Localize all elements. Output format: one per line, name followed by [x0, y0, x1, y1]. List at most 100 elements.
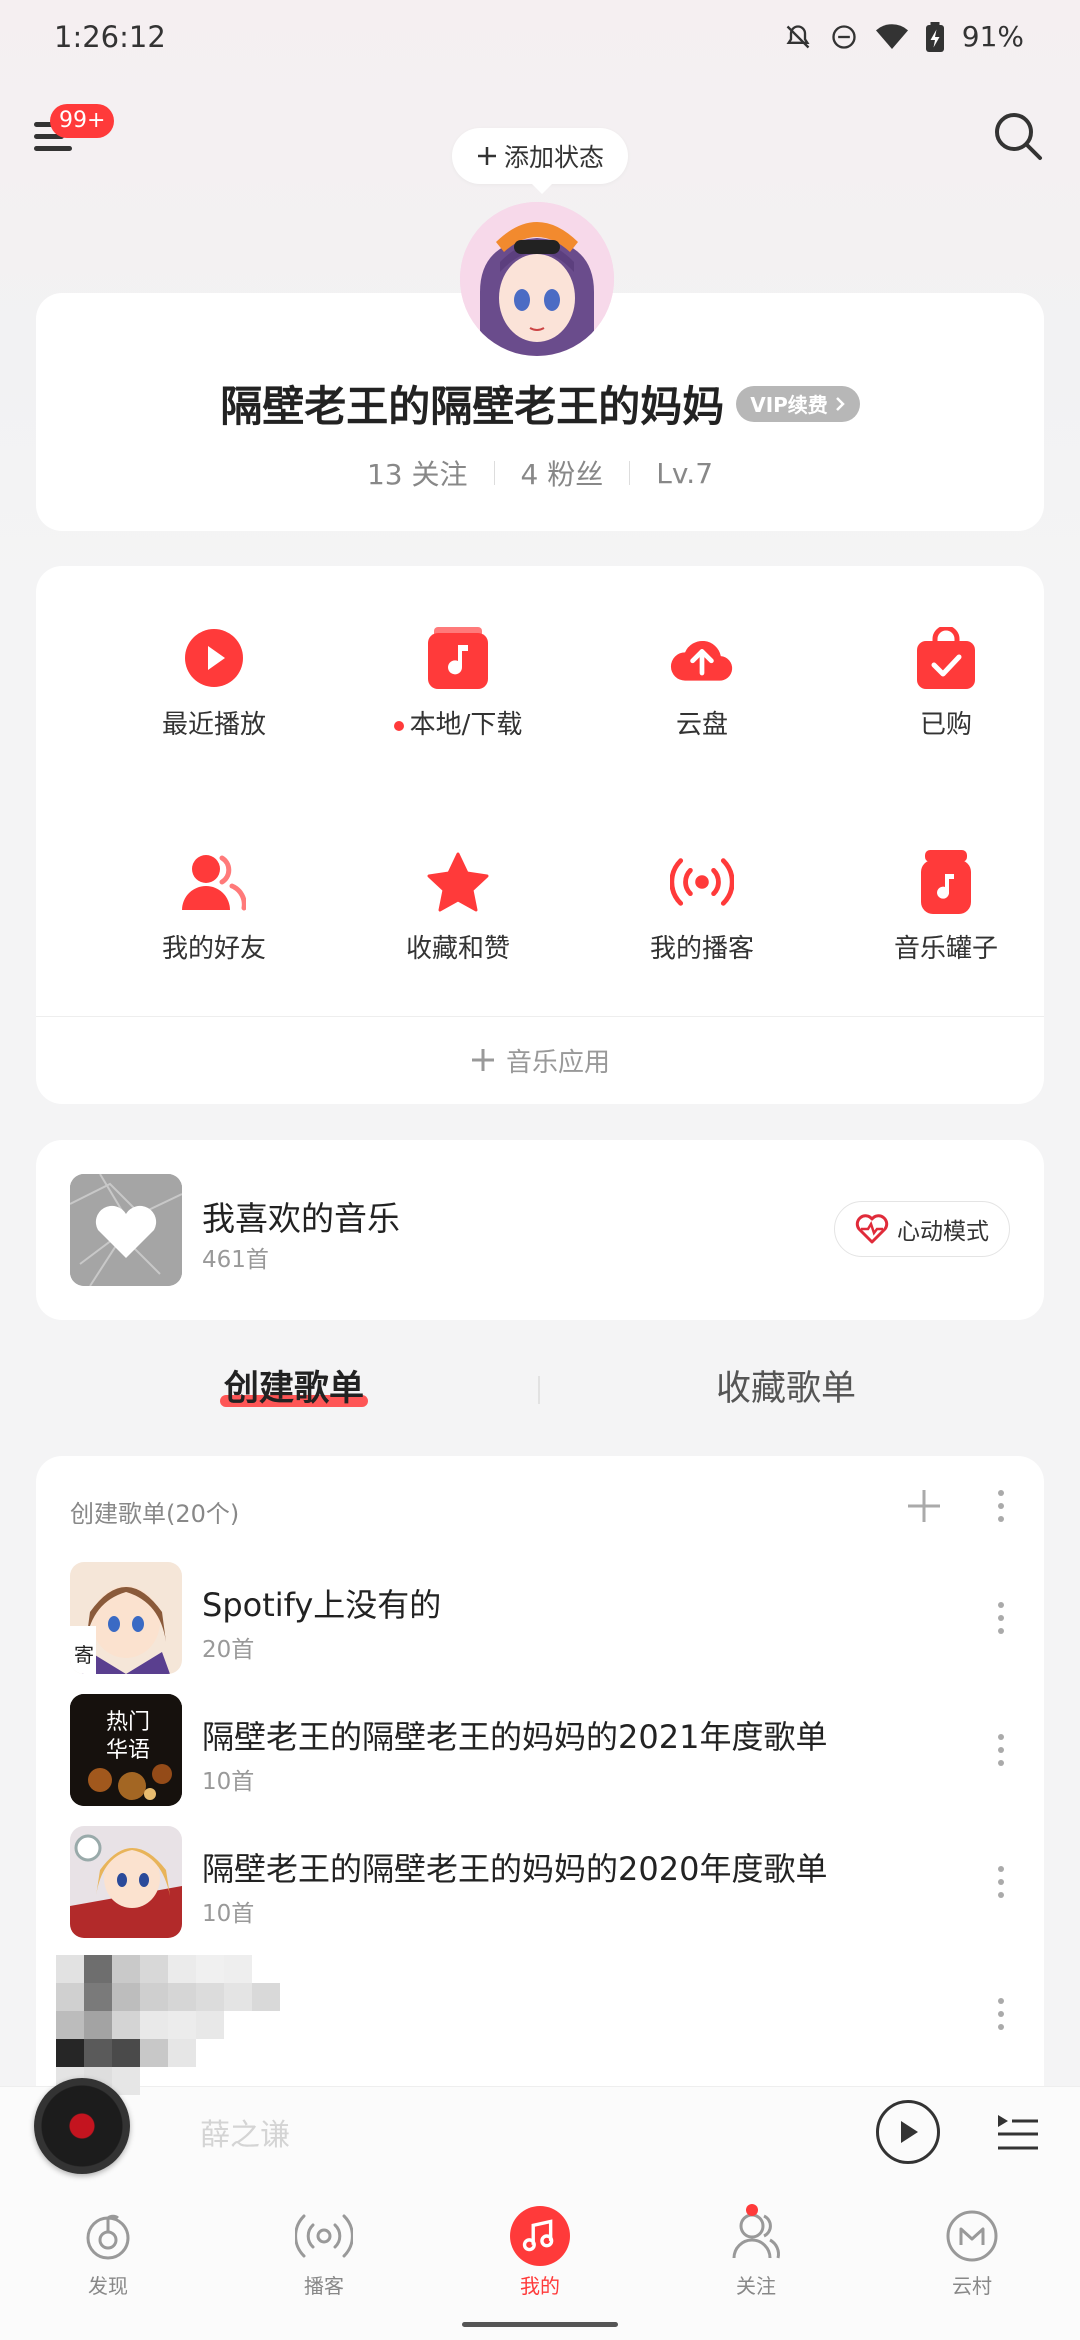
- chevron-right-icon: [835, 396, 845, 411]
- home-indicator[interactable]: [462, 2322, 618, 2327]
- plus-icon: [908, 1490, 940, 1522]
- playlist-section-more-button[interactable]: [998, 1490, 1008, 1524]
- discover-icon: [86, 2214, 130, 2260]
- menu-badge: 99+: [50, 104, 115, 138]
- grid-label-with-dot: 本地/下载: [358, 704, 558, 741]
- playlist-row[interactable]: 隔壁老王的隔壁老王的妈妈的2020年度歌单 10首: [36, 1826, 1044, 1938]
- playlist-cover: [70, 1826, 182, 1938]
- search-button[interactable]: [992, 110, 1044, 162]
- playlist-title: 隔壁老王的隔壁老王的妈妈的2021年度歌单: [202, 1718, 828, 1756]
- playlist-row[interactable]: 热门 华语 隔壁老王的隔壁老王的妈妈的2021年度歌单 10首: [36, 1694, 1044, 1806]
- playlist-more-button[interactable]: [998, 1998, 1006, 2030]
- more-vertical-icon: [998, 1734, 1006, 1766]
- podcast-icon: [670, 858, 734, 906]
- grid-item-cloud[interactable]: 云盘: [602, 626, 802, 741]
- vip-renew-label: VIP续费: [750, 393, 828, 417]
- more-vertical-icon: [998, 1490, 1006, 1522]
- profile-name-row: 隔壁老王的隔壁老王的妈妈 VIP续费: [36, 373, 1044, 434]
- grid-item-favorites-likes[interactable]: 收藏和赞: [358, 850, 558, 965]
- music-apps-button[interactable]: 音乐应用: [36, 1016, 1044, 1104]
- play-button[interactable]: [876, 2100, 940, 2164]
- grid-label: 已购: [919, 710, 972, 740]
- grid-label: 我的好友: [161, 934, 266, 964]
- search-icon: [995, 113, 1042, 160]
- playlist-cover: 寄: [70, 1562, 182, 1674]
- playlist-count: 20首: [202, 1637, 255, 1663]
- playlist-more-button[interactable]: [998, 1734, 1006, 1766]
- friends-icon: [182, 855, 246, 911]
- tab-label: 收藏歌单: [716, 1369, 857, 1409]
- wifi-icon: [875, 23, 908, 49]
- plus-icon: [477, 147, 496, 165]
- music-folder-icon: [428, 627, 488, 689]
- playlist-title: 隔壁老王的隔壁老王的妈妈的2020年度歌单: [202, 1850, 828, 1888]
- vip-renew-badge[interactable]: VIP续费: [736, 385, 860, 422]
- cloud-upload-icon: [670, 640, 733, 681]
- nav-label: 云村: [952, 2274, 992, 2298]
- music-jar-icon: [921, 850, 971, 914]
- battery-icon: [925, 21, 944, 52]
- heart-mode-button[interactable]: 心动模式: [834, 1201, 1010, 1257]
- playlist-queue-button[interactable]: [996, 2112, 1040, 2152]
- playlist-count: 10首: [202, 1769, 255, 1795]
- add-playlist-button[interactable]: [904, 1486, 944, 1526]
- playlist-more-button[interactable]: [998, 1866, 1006, 1898]
- more-vertical-icon: [998, 1998, 1006, 2030]
- nav-label: 我的: [520, 2274, 560, 2298]
- nav-following[interactable]: 关注: [696, 2204, 816, 2299]
- profile-stats: 13 关注 4 粉丝 Lv.7: [36, 453, 1044, 493]
- bottom-navigation: 发现 播客 我的 关注 云村: [0, 2182, 1080, 2340]
- nav-cloud-village[interactable]: 云村: [912, 2206, 1032, 2299]
- grid-item-friends[interactable]: 我的好友: [114, 850, 314, 965]
- level-stat[interactable]: Lv.7: [656, 457, 713, 490]
- more-vertical-icon: [998, 1866, 1006, 1898]
- playlist-more-button[interactable]: [998, 1602, 1006, 1634]
- music-apps-label: 音乐应用: [505, 1047, 610, 1078]
- status-icons: 91%: [784, 20, 1024, 53]
- fans-stat[interactable]: 4 粉丝: [521, 453, 604, 493]
- profile-name: 隔壁老王的隔壁老王的妈妈: [220, 382, 725, 431]
- liked-music-card[interactable]: 我喜欢的音乐 461首 心动模式: [36, 1140, 1044, 1320]
- grid-item-my-podcast[interactable]: 我的播客: [602, 850, 802, 965]
- svg-text:寄: 寄: [74, 1643, 94, 1667]
- grid-label: 云盘: [675, 710, 728, 740]
- grid-item-local-download[interactable]: 本地/下载: [358, 626, 558, 741]
- grid-item-purchased[interactable]: 已购: [846, 626, 1046, 741]
- cover-text-2: 华语: [106, 1738, 151, 1763]
- follow-label: 关注: [411, 458, 468, 491]
- nav-label: 播客: [304, 2274, 344, 2298]
- divider: [538, 1376, 540, 1404]
- tab-created-playlists[interactable]: 创建歌单: [220, 1360, 369, 1411]
- follow-count: 13: [366, 458, 403, 491]
- playlist-count: 10首: [202, 1901, 255, 1927]
- playlist-section-header: 创建歌单(20个): [70, 1500, 240, 1528]
- follow-stat[interactable]: 13 关注: [367, 453, 468, 493]
- playlist-row[interactable]: 寄 Spotify上没有的 20首: [36, 1562, 1044, 1674]
- add-status-button[interactable]: 添加状态: [452, 128, 628, 194]
- tab-label: 创建歌单: [224, 1369, 365, 1409]
- liked-music-count: 461首: [202, 1247, 269, 1273]
- play-icon: [901, 2121, 918, 2143]
- grid-label: 我的播客: [649, 934, 754, 964]
- nav-mine[interactable]: 我的: [480, 2206, 600, 2299]
- playlist-tabs: 创建歌单 收藏歌单: [0, 1360, 1080, 1420]
- plus-icon: [471, 1049, 494, 1071]
- grid-label: 音乐罐子: [893, 934, 998, 964]
- nav-discover[interactable]: 发现: [48, 2206, 168, 2299]
- now-playing-disc[interactable]: [34, 2078, 130, 2174]
- playlist-cover: 热门 华语: [70, 1694, 182, 1806]
- grid-label: 收藏和赞: [405, 934, 510, 964]
- grid-item-recent-play[interactable]: 最近播放: [114, 626, 314, 741]
- play-circle-icon: [185, 629, 243, 687]
- tab-collected-playlists[interactable]: 收藏歌单: [716, 1360, 856, 1411]
- status-time: 1:26:12: [54, 20, 166, 54]
- fans-count: 4: [520, 458, 539, 491]
- nav-podcast[interactable]: 播客: [264, 2206, 384, 2299]
- following-icon: [732, 2213, 780, 2259]
- avatar[interactable]: [460, 202, 614, 356]
- nav-label: 发现: [88, 2274, 128, 2298]
- grid-item-music-jar[interactable]: 音乐罐子: [846, 850, 1046, 965]
- new-dot: [393, 720, 404, 731]
- liked-music-cover: [70, 1174, 182, 1286]
- do-not-disturb-icon: [832, 24, 856, 49]
